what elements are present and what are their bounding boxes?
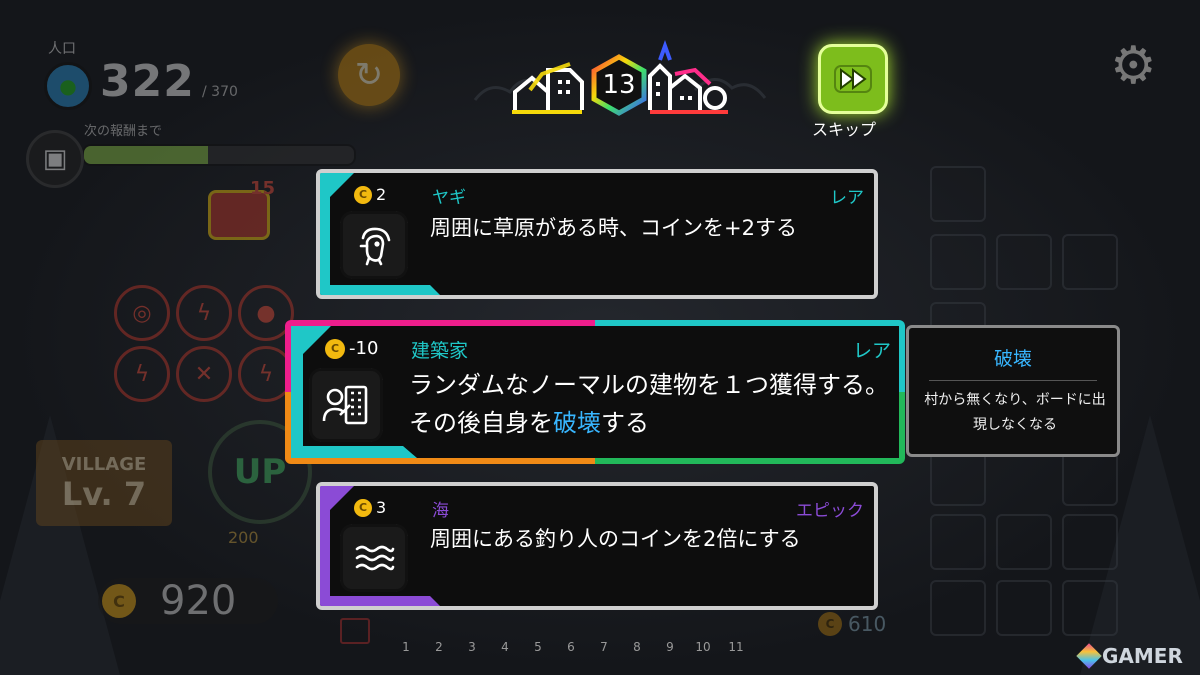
board-cell <box>930 580 986 636</box>
cross-icon[interactable]: ✕ <box>176 346 232 402</box>
tooltip-divider <box>929 380 1097 381</box>
coin-total-display: C 920 <box>98 578 278 624</box>
card-cost: C 3 <box>354 498 386 517</box>
tooltip-text: 村から無くなり、ボードに出現しなくなる <box>924 392 1106 433</box>
turn-number: 13 <box>602 70 636 100</box>
card-name: 建築家 <box>411 340 469 362</box>
tooltip-title: 破壊 <box>993 348 1032 370</box>
reroll-button[interactable]: ↻ <box>338 44 400 106</box>
card-icon-frame <box>309 368 383 442</box>
architect-icon <box>322 385 368 425</box>
gamer-watermark: GAMER <box>1076 643 1183 669</box>
goat-icon <box>359 227 391 266</box>
board-cell <box>996 580 1052 636</box>
card-cost-value: 3 <box>376 498 387 517</box>
board-cell <box>930 166 986 222</box>
card-description: ランダムなノーマルの建物を１つ獲得する。その後自身を破壊する <box>409 366 889 443</box>
destroy-keyword[interactable]: 破壊 <box>553 409 601 437</box>
gamer-logo-icon <box>1076 643 1102 669</box>
timeline-turn: 8 <box>633 640 641 654</box>
keyword-tooltip: 破壊 村から無くなり、ボードに出現しなくなる <box>906 325 1120 457</box>
timeline-turn: 10 <box>695 640 711 654</box>
card-rarity: レア <box>830 188 864 208</box>
coin-icon: C <box>102 584 136 618</box>
timeline-turn: 3 <box>468 640 476 654</box>
timeline-turn: 6 <box>567 640 575 654</box>
choice-card-sea[interactable]: C 3 海 エピック 周囲にある釣り人のコインを2倍にする <box>316 482 878 610</box>
sea-waves-icon <box>355 545 395 571</box>
board-cell <box>930 234 986 290</box>
coin-total: 920 <box>160 578 237 624</box>
coin-icon: C <box>325 338 345 359</box>
watermark-text: GAMER <box>1102 644 1183 668</box>
card-description: 周囲に草原がある時、コインを+2する <box>430 216 797 240</box>
card-description-text: ランダムなノーマルの建物を１つ獲得する。その後自身を <box>409 371 889 438</box>
timeline-turn: 4 <box>501 640 509 654</box>
skip-button[interactable] <box>818 44 888 114</box>
board-cell <box>1062 580 1118 636</box>
calendar-icon <box>340 618 370 644</box>
treasure-chest-icon: ▣ <box>26 130 84 188</box>
choice-card-goat[interactable]: C 2 ヤギ レア 周囲に草原がある時、コインを+2する <box>316 169 878 299</box>
village-title: VILLAGE <box>61 453 147 475</box>
card-description: 周囲にある釣り人のコインを2倍にする <box>430 527 801 551</box>
board-cell <box>1062 234 1118 290</box>
lightning-icon[interactable]: ϟ <box>114 346 170 402</box>
population-value: 322 <box>100 56 195 107</box>
secondary-coin-value: 610 <box>848 612 887 636</box>
reward-progress-fill <box>84 146 209 164</box>
timeline-turn: 9 <box>666 640 674 654</box>
card-description-text: する <box>601 409 649 438</box>
gear-icon[interactable]: ⚙ <box>1110 36 1157 96</box>
timeline-turn: 7 <box>600 640 608 654</box>
timeline-turn: 1 <box>402 640 410 654</box>
card-rarity: エピック <box>796 501 864 521</box>
board-cell <box>930 450 986 506</box>
secondary-coin-display: C 610 <box>818 612 886 636</box>
timeline-turn: 2 <box>435 640 443 654</box>
timeline-turn: 5 <box>534 640 542 654</box>
card-name: 海 <box>432 501 449 521</box>
turn-counter: 13 <box>588 54 650 116</box>
village-level-sign: VILLAGE Lv. 7 <box>36 440 172 526</box>
card-cost: C 2 <box>354 185 386 204</box>
turn-timeline: 1 2 3 4 5 6 7 8 9 10 11 <box>396 640 746 654</box>
board-cell <box>996 234 1052 290</box>
village-level: Lv. 7 <box>61 474 147 513</box>
board-cell <box>996 514 1052 570</box>
population-icon: ● <box>44 62 92 110</box>
choice-card-architect[interactable]: C -10 建築家 レア ランダムなノーマルの建物を１つ獲得する。その後自身を破… <box>285 320 905 464</box>
lightning-icon[interactable]: ϟ <box>176 285 232 341</box>
population-max: / 370 <box>202 84 238 100</box>
reward-label: 次の報酬まで <box>84 124 163 139</box>
timeline-turn: 11 <box>728 640 744 654</box>
board-cell <box>1062 450 1118 506</box>
board-cell <box>1062 514 1118 570</box>
card-cost-value: -10 <box>349 338 379 359</box>
board-cell <box>930 514 986 570</box>
coin-icon: C <box>818 612 842 636</box>
coin-icon: C <box>354 498 372 517</box>
card-icon-frame <box>340 211 408 279</box>
upgrade-cost: 200 <box>228 528 259 547</box>
card-icon-frame <box>340 524 408 592</box>
chest-count: 15 <box>250 178 276 199</box>
card-cost-value: 2 <box>376 185 387 204</box>
card-rarity: レア <box>852 340 891 362</box>
target-icon[interactable]: ◎ <box>114 285 170 341</box>
fast-forward-icon <box>834 65 872 93</box>
reward-progress-bar <box>82 144 356 166</box>
card-name: ヤギ <box>432 188 466 208</box>
skip-label: スキップ <box>812 120 877 139</box>
coin-icon: C <box>354 185 372 204</box>
card-cost: C -10 <box>325 338 378 359</box>
population-label: 人口 <box>48 41 76 57</box>
